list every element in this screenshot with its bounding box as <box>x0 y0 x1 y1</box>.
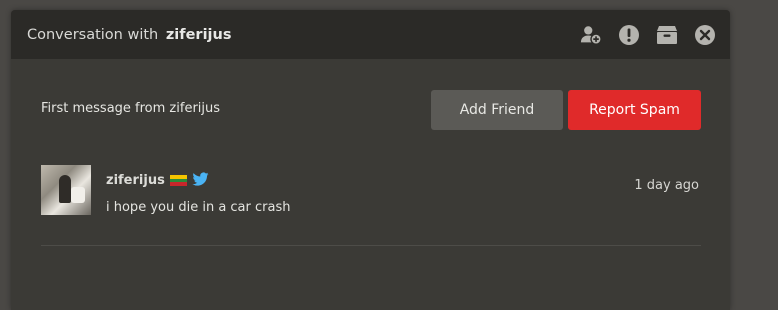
avatar[interactable] <box>41 165 91 215</box>
conversation-header: Conversation with ziferijus <box>11 10 730 59</box>
sender-name[interactable]: ziferijus <box>106 173 165 188</box>
add-friend-button[interactable]: Add Friend <box>431 90 563 130</box>
conversation-title: Conversation with ziferijus <box>27 27 231 43</box>
conversation-panel: Conversation with ziferijus First messag… <box>11 10 730 310</box>
message-divider <box>41 245 701 246</box>
message-timestamp: 1 day ago <box>634 178 699 193</box>
notice-text: First message from ziferijus <box>41 101 221 116</box>
message-item: ziferijus i hope you die in a car crash … <box>41 165 701 225</box>
header-actions <box>580 24 716 46</box>
twitter-bird-icon <box>192 171 209 190</box>
sender-line: ziferijus <box>106 171 209 190</box>
close-icon[interactable] <box>694 24 716 46</box>
report-spam-button[interactable]: Report Spam <box>568 90 701 130</box>
title-prefix: Conversation with <box>27 26 159 43</box>
first-message-notice: First message from ziferijus Add Friend … <box>11 90 730 130</box>
title-username: ziferijus <box>165 26 232 43</box>
lithuania-flag-icon <box>169 175 187 187</box>
add-user-icon[interactable] <box>580 24 602 46</box>
archive-icon[interactable] <box>656 24 678 46</box>
message-text: i hope you die in a car crash <box>106 200 291 215</box>
alert-icon[interactable] <box>618 24 640 46</box>
